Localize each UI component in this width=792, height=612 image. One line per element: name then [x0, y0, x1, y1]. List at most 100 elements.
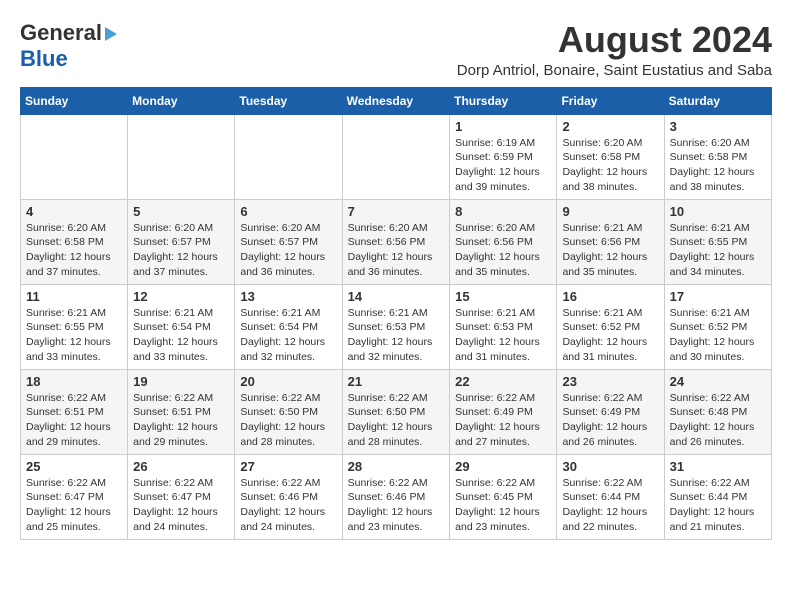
calendar-cell: 1 Sunrise: 6:19 AM Sunset: 6:59 PM Daylig… — [450, 114, 557, 199]
day-info: Sunrise: 6:22 AM Sunset: 6:51 PM Dayligh… — [133, 391, 229, 450]
day-info: Sunrise: 6:22 AM Sunset: 6:46 PM Dayligh… — [240, 476, 336, 535]
day-number: 19 — [133, 374, 229, 389]
day-number: 28 — [348, 459, 445, 474]
day-info: Sunrise: 6:21 AM Sunset: 6:55 PM Dayligh… — [26, 306, 122, 365]
calendar-cell: 20 Sunrise: 6:22 AM Sunset: 6:50 PM Dayli… — [235, 369, 342, 454]
calendar-week-row: 18 Sunrise: 6:22 AM Sunset: 6:51 PM Dayli… — [21, 369, 772, 454]
day-info: Sunrise: 6:22 AM Sunset: 6:47 PM Dayligh… — [133, 476, 229, 535]
day-info: Sunrise: 6:22 AM Sunset: 6:44 PM Dayligh… — [562, 476, 658, 535]
title-block: August 2024 Dorp Antriol, Bonaire, Saint… — [457, 20, 772, 79]
calendar-cell: 6 Sunrise: 6:20 AM Sunset: 6:57 PM Daylig… — [235, 199, 342, 284]
day-info: Sunrise: 6:21 AM Sunset: 6:54 PM Dayligh… — [240, 306, 336, 365]
day-info: Sunrise: 6:21 AM Sunset: 6:54 PM Dayligh… — [133, 306, 229, 365]
day-number: 29 — [455, 459, 551, 474]
calendar-cell: 25 Sunrise: 6:22 AM Sunset: 6:47 PM Dayli… — [21, 454, 128, 539]
logo: General Blue — [20, 20, 117, 72]
calendar-week-row: 25 Sunrise: 6:22 AM Sunset: 6:47 PM Dayli… — [21, 454, 772, 539]
calendar-cell: 2 Sunrise: 6:20 AM Sunset: 6:58 PM Daylig… — [557, 114, 664, 199]
calendar-cell: 24Sunrise: 6:22 AM Sunset: 6:48 PM Dayli… — [664, 369, 771, 454]
day-number: 1 — [455, 119, 551, 134]
calendar-cell: 27 Sunrise: 6:22 AM Sunset: 6:46 PM Dayli… — [235, 454, 342, 539]
day-info: Sunrise: 6:21 AM Sunset: 6:53 PM Dayligh… — [348, 306, 445, 365]
calendar-week-row: 11 Sunrise: 6:21 AM Sunset: 6:55 PM Dayli… — [21, 284, 772, 369]
logo-text-blue: Blue — [20, 46, 68, 71]
weekday-header-friday: Friday — [557, 87, 664, 114]
calendar-cell: 17 Sunrise: 6:21 AM Sunset: 6:52 PM Dayli… — [664, 284, 771, 369]
calendar-cell — [21, 114, 128, 199]
day-number: 18 — [26, 374, 122, 389]
day-info: Sunrise: 6:20 AM Sunset: 6:58 PM Dayligh… — [670, 136, 766, 195]
calendar-cell: 3Sunrise: 6:20 AM Sunset: 6:58 PM Daylig… — [664, 114, 771, 199]
calendar-cell: 5Sunrise: 6:20 AM Sunset: 6:57 PM Daylig… — [128, 199, 235, 284]
weekday-header-thursday: Thursday — [450, 87, 557, 114]
day-number: 2 — [562, 119, 658, 134]
day-number: 6 — [240, 204, 336, 219]
weekday-header-tuesday: Tuesday — [235, 87, 342, 114]
calendar-table: SundayMondayTuesdayWednesdayThursdayFrid… — [20, 87, 772, 540]
day-number: 26 — [133, 459, 229, 474]
day-number: 20 — [240, 374, 336, 389]
day-number: 8 — [455, 204, 551, 219]
calendar-cell: 21 Sunrise: 6:22 AM Sunset: 6:50 PM Dayli… — [342, 369, 450, 454]
day-info: Sunrise: 6:20 AM Sunset: 6:58 PM Dayligh… — [26, 221, 122, 280]
day-info: Sunrise: 6:22 AM Sunset: 6:44 PM Dayligh… — [670, 476, 766, 535]
weekday-header-sunday: Sunday — [21, 87, 128, 114]
day-info: Sunrise: 6:22 AM Sunset: 6:48 PM Dayligh… — [670, 391, 766, 450]
calendar-cell: 8 Sunrise: 6:20 AM Sunset: 6:56 PM Daylig… — [450, 199, 557, 284]
calendar-cell: 15 Sunrise: 6:21 AM Sunset: 6:53 PM Dayli… — [450, 284, 557, 369]
month-year-title: August 2024 — [457, 20, 772, 60]
calendar-cell: 18 Sunrise: 6:22 AM Sunset: 6:51 PM Dayli… — [21, 369, 128, 454]
calendar-cell: 26 Sunrise: 6:22 AM Sunset: 6:47 PM Dayli… — [128, 454, 235, 539]
day-info: Sunrise: 6:22 AM Sunset: 6:50 PM Dayligh… — [240, 391, 336, 450]
day-info: Sunrise: 6:22 AM Sunset: 6:45 PM Dayligh… — [455, 476, 551, 535]
calendar-week-row: 1 Sunrise: 6:19 AM Sunset: 6:59 PM Daylig… — [21, 114, 772, 199]
weekday-header-wednesday: Wednesday — [342, 87, 450, 114]
calendar-cell — [128, 114, 235, 199]
day-number: 4 — [26, 204, 122, 219]
day-number: 13 — [240, 289, 336, 304]
day-number: 15 — [455, 289, 551, 304]
day-info: Sunrise: 6:21 AM Sunset: 6:52 PM Dayligh… — [670, 306, 766, 365]
logo-text-general: General — [20, 20, 102, 46]
calendar-cell: 23Sunrise: 6:22 AM Sunset: 6:49 PM Dayli… — [557, 369, 664, 454]
day-info: Sunrise: 6:20 AM Sunset: 6:57 PM Dayligh… — [240, 221, 336, 280]
calendar-cell: 7 Sunrise: 6:20 AM Sunset: 6:56 PM Daylig… — [342, 199, 450, 284]
day-number: 11 — [26, 289, 122, 304]
calendar-cell: 10Sunrise: 6:21 AM Sunset: 6:55 PM Dayli… — [664, 199, 771, 284]
day-info: Sunrise: 6:20 AM Sunset: 6:56 PM Dayligh… — [348, 221, 445, 280]
weekday-header-monday: Monday — [128, 87, 235, 114]
day-info: Sunrise: 6:22 AM Sunset: 6:47 PM Dayligh… — [26, 476, 122, 535]
calendar-cell: 9 Sunrise: 6:21 AM Sunset: 6:56 PM Daylig… — [557, 199, 664, 284]
day-info: Sunrise: 6:21 AM Sunset: 6:56 PM Dayligh… — [562, 221, 658, 280]
calendar-cell: 4 Sunrise: 6:20 AM Sunset: 6:58 PM Daylig… — [21, 199, 128, 284]
day-info: Sunrise: 6:21 AM Sunset: 6:53 PM Dayligh… — [455, 306, 551, 365]
day-number: 9 — [562, 204, 658, 219]
day-number: 27 — [240, 459, 336, 474]
day-info: Sunrise: 6:22 AM Sunset: 6:50 PM Dayligh… — [348, 391, 445, 450]
logo-arrow-icon — [105, 27, 117, 41]
day-info: Sunrise: 6:20 AM Sunset: 6:57 PM Dayligh… — [133, 221, 229, 280]
day-info: Sunrise: 6:20 AM Sunset: 6:58 PM Dayligh… — [562, 136, 658, 195]
calendar-cell — [235, 114, 342, 199]
calendar-cell: 14Sunrise: 6:21 AM Sunset: 6:53 PM Dayli… — [342, 284, 450, 369]
day-number: 21 — [348, 374, 445, 389]
calendar-cell: 22 Sunrise: 6:22 AM Sunset: 6:49 PM Dayli… — [450, 369, 557, 454]
day-number: 10 — [670, 204, 766, 219]
page-header: General Blue August 2024 Dorp Antriol, B… — [20, 20, 772, 79]
day-number: 31 — [670, 459, 766, 474]
day-info: Sunrise: 6:21 AM Sunset: 6:52 PM Dayligh… — [562, 306, 658, 365]
day-number: 25 — [26, 459, 122, 474]
day-info: Sunrise: 6:20 AM Sunset: 6:56 PM Dayligh… — [455, 221, 551, 280]
calendar-cell: 11 Sunrise: 6:21 AM Sunset: 6:55 PM Dayli… — [21, 284, 128, 369]
day-info: Sunrise: 6:19 AM Sunset: 6:59 PM Dayligh… — [455, 136, 551, 195]
day-number: 22 — [455, 374, 551, 389]
calendar-cell: 31 Sunrise: 6:22 AM Sunset: 6:44 PM Dayli… — [664, 454, 771, 539]
day-number: 30 — [562, 459, 658, 474]
location-subtitle: Dorp Antriol, Bonaire, Saint Eustatius a… — [457, 62, 772, 79]
calendar-cell: 28Sunrise: 6:22 AM Sunset: 6:46 PM Dayli… — [342, 454, 450, 539]
day-info: Sunrise: 6:22 AM Sunset: 6:51 PM Dayligh… — [26, 391, 122, 450]
calendar-cell: 30 Sunrise: 6:22 AM Sunset: 6:44 PM Dayli… — [557, 454, 664, 539]
day-number: 7 — [348, 204, 445, 219]
day-info: Sunrise: 6:22 AM Sunset: 6:49 PM Dayligh… — [455, 391, 551, 450]
day-number: 17 — [670, 289, 766, 304]
